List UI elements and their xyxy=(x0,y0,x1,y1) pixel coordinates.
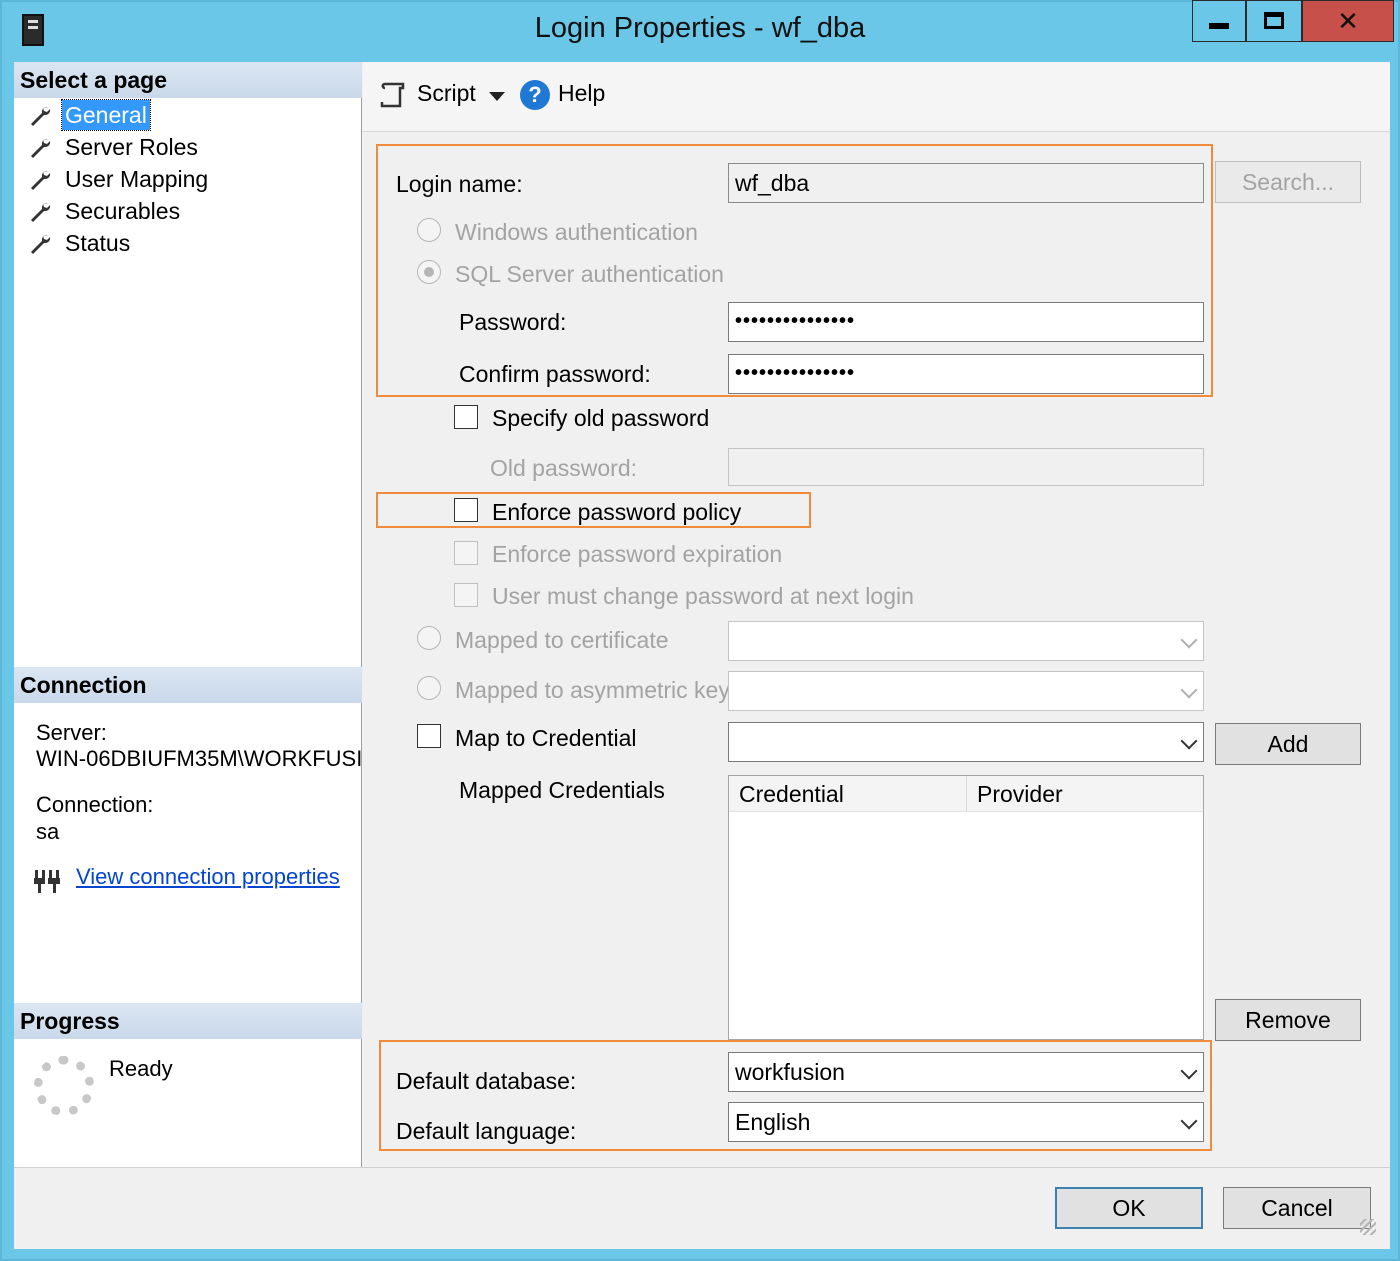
mapped-certificate-radio[interactable] xyxy=(417,626,441,650)
maximize-icon xyxy=(1264,12,1284,29)
window-title: Login Properties - wf_dba xyxy=(534,12,866,44)
wrench-icon xyxy=(31,234,51,254)
specify-old-password-label: Specify old password xyxy=(492,405,710,431)
column-header-credential[interactable]: Credential xyxy=(729,776,967,812)
nav-item-label: Server Roles xyxy=(65,134,198,160)
mapped-certificate-label: Mapped to certificate xyxy=(455,627,669,653)
old-password-label: Old password: xyxy=(490,455,638,481)
confirm-password-field[interactable]: ••••••••••••••• xyxy=(728,354,1204,394)
minimize-icon xyxy=(1209,23,1229,29)
view-connection-properties-link[interactable]: View connection properties xyxy=(76,864,340,890)
password-label: Password: xyxy=(459,309,567,335)
default-language-dropdown[interactable]: English xyxy=(728,1102,1204,1142)
chevron-down-icon xyxy=(1180,1112,1198,1130)
enforce-expiration-checkbox[interactable] xyxy=(454,541,478,565)
sql-auth-radio[interactable] xyxy=(417,260,441,284)
must-change-checkbox[interactable] xyxy=(454,583,478,607)
mapped-asymmetric-key-label: Mapped to asymmetric key xyxy=(455,677,730,703)
old-password-field[interactable] xyxy=(728,448,1204,486)
must-change-label: User must change password at next login xyxy=(492,583,914,609)
nav-item-label: Status xyxy=(65,230,131,256)
chevron-down-icon xyxy=(1180,631,1198,649)
connection-properties-icon xyxy=(34,870,60,893)
close-button[interactable]: ✕ xyxy=(1302,0,1394,42)
help-button[interactable]: Help xyxy=(558,80,605,107)
ok-button[interactable]: OK xyxy=(1055,1187,1203,1229)
help-icon[interactable]: ? xyxy=(520,80,550,110)
login-name-field[interactable]: wf_dba xyxy=(728,163,1204,203)
nav-item-label: Securables xyxy=(65,198,181,224)
toolbar: Script Help xyxy=(363,62,1390,132)
chevron-down-icon xyxy=(1180,732,1198,750)
resize-grip-icon[interactable] xyxy=(1360,1219,1376,1235)
wrench-icon xyxy=(31,202,51,222)
script-dropdown-icon[interactable] xyxy=(489,92,505,101)
progress-spinner-icon xyxy=(34,1056,94,1116)
left-pane: Select a page General Server Roles User … xyxy=(14,62,362,1167)
map-credential-checkbox[interactable] xyxy=(417,724,441,748)
enforce-expiration-label: Enforce password expiration xyxy=(492,541,783,567)
wrench-icon xyxy=(31,170,51,190)
script-icon xyxy=(380,82,405,108)
select-page-header: Select a page xyxy=(14,62,362,98)
minimize-button[interactable] xyxy=(1192,0,1246,42)
add-button[interactable]: Add xyxy=(1215,723,1361,765)
title-bar[interactable]: Login Properties - wf_dba ✕ xyxy=(0,0,1400,62)
credential-dropdown[interactable] xyxy=(728,722,1204,762)
mapped-credentials-label: Mapped Credentials xyxy=(459,777,665,803)
default-language-label: Default language: xyxy=(396,1118,577,1144)
progress-header: Progress xyxy=(14,1003,362,1039)
wrench-icon xyxy=(31,106,51,126)
remove-button[interactable]: Remove xyxy=(1215,999,1361,1041)
mapped-credentials-grid[interactable]: Credential Provider xyxy=(728,775,1204,1040)
enforce-policy-checkbox[interactable] xyxy=(454,498,478,522)
dialog-footer: OK Cancel xyxy=(14,1167,1390,1249)
nav-item-label: General xyxy=(61,99,151,131)
chevron-down-icon xyxy=(1180,681,1198,699)
wrench-icon xyxy=(31,138,51,158)
confirm-password-label: Confirm password: xyxy=(459,361,651,387)
connection-value: sa xyxy=(36,819,60,844)
cancel-button[interactable]: Cancel xyxy=(1223,1187,1371,1229)
mapped-asymmetric-key-radio[interactable] xyxy=(417,676,441,700)
progress-status: Ready xyxy=(109,1056,173,1081)
password-field[interactable]: ••••••••••••••• xyxy=(728,302,1204,342)
enforce-policy-label: Enforce password policy xyxy=(492,499,742,525)
map-credential-label: Map to Credential xyxy=(455,725,637,751)
login-name-label: Login name: xyxy=(396,171,523,197)
search-button[interactable]: Search... xyxy=(1215,161,1361,203)
default-database-value: workfusion xyxy=(735,1059,845,1085)
server-value: WIN-06DBIUFM35M\WORKFUSI xyxy=(36,746,362,771)
default-database-label: Default database: xyxy=(396,1068,577,1094)
script-button[interactable]: Script xyxy=(417,80,476,107)
connection-header: Connection xyxy=(14,667,362,703)
maximize-button[interactable] xyxy=(1246,0,1302,42)
asymmetric-key-dropdown[interactable] xyxy=(728,671,1204,711)
sql-auth-label: SQL Server authentication xyxy=(455,261,724,287)
windows-auth-label: Windows authentication xyxy=(455,219,698,245)
certificate-dropdown[interactable] xyxy=(728,621,1204,661)
specify-old-password-checkbox[interactable] xyxy=(454,405,478,429)
windows-auth-radio[interactable] xyxy=(417,218,441,242)
close-icon: ✕ xyxy=(1337,6,1359,36)
server-label: Server: xyxy=(36,720,107,745)
column-header-provider[interactable]: Provider xyxy=(967,776,1203,812)
default-database-dropdown[interactable]: workfusion xyxy=(728,1052,1204,1092)
default-language-value: English xyxy=(735,1109,811,1135)
connection-label: Connection: xyxy=(36,792,154,817)
chevron-down-icon xyxy=(1180,1062,1198,1080)
nav-item-label: User Mapping xyxy=(65,166,209,192)
